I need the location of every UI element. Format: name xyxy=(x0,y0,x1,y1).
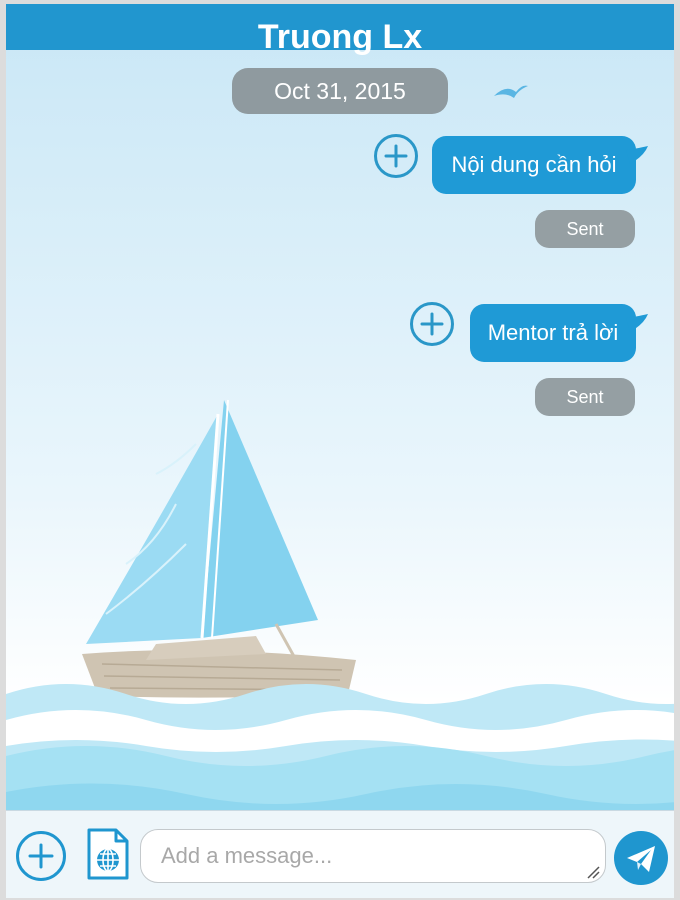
message-bubble-1[interactable]: Nội dung cần hỏi xyxy=(432,136,648,194)
chat-header: Truong Lx xyxy=(6,4,674,56)
plus-circle-icon xyxy=(28,843,54,869)
plus-icon xyxy=(420,312,444,336)
resize-grip-icon[interactable] xyxy=(586,865,600,879)
message-text: Mentor trả lời xyxy=(487,320,619,345)
contact-name: Truong Lx xyxy=(257,18,423,56)
message-2-status: Sent xyxy=(535,378,635,416)
message-composer xyxy=(6,810,674,898)
attach-file-button[interactable] xyxy=(86,827,130,881)
date-separator: Oct 31, 2015 xyxy=(232,68,448,114)
plus-icon xyxy=(384,144,408,168)
paper-plane-icon xyxy=(627,846,655,872)
message-1-add-button[interactable] xyxy=(374,134,418,178)
message-1-status: Sent xyxy=(535,210,635,248)
add-attachment-button[interactable] xyxy=(16,831,66,881)
bubble-tail xyxy=(626,146,648,164)
bubble-tail xyxy=(626,314,648,332)
message-2-add-button[interactable] xyxy=(410,302,454,346)
globe-document-icon xyxy=(87,828,129,880)
message-input[interactable] xyxy=(140,829,606,883)
send-button[interactable] xyxy=(614,831,668,885)
message-bubble-2[interactable]: Mentor trả lời xyxy=(470,304,648,362)
chat-window: Truong Lx Oct 31, 2015 Nội dung cần hỏi … xyxy=(6,4,674,898)
message-text: Nội dung cần hỏi xyxy=(451,152,617,177)
